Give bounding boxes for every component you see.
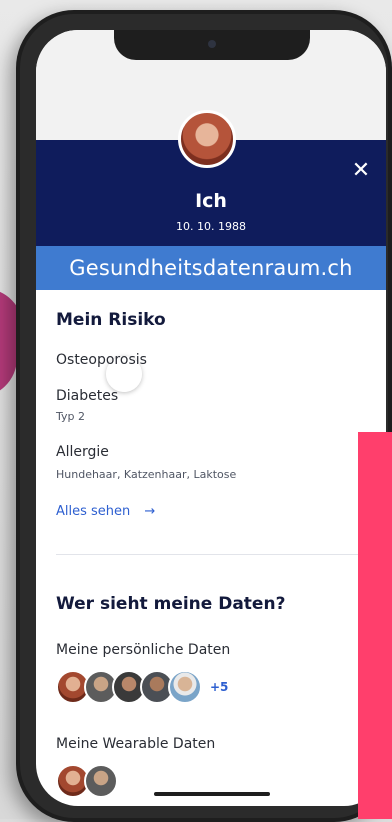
sharing-section-title: Wer sieht meine Daten?: [56, 594, 286, 614]
profile-birth-date: 10. 10. 1988: [176, 220, 246, 233]
close-button[interactable]: ✕: [348, 158, 374, 184]
risk-item-detail: Typ 2: [56, 410, 85, 423]
brand-banner: Gesundheitsdatenraum.ch: [36, 246, 386, 290]
risk-item-label: Osteoporosis: [56, 352, 147, 368]
risk-item-detail: Hundehaar, Katzenhaar, Laktose: [56, 468, 237, 481]
divider: [56, 554, 366, 555]
wearable-data-label: Meine Wearable Daten: [56, 736, 216, 752]
risk-section-title: Mein Risiko: [56, 310, 166, 330]
camera-icon: [208, 40, 216, 48]
avatar[interactable]: [178, 110, 236, 168]
home-indicator: [154, 792, 270, 796]
phone-screen: ✕ Ich 10. 10. 1988 Gesundheitsdatenraum.…: [36, 30, 386, 806]
profile-header: ✕ Ich 10. 10. 1988: [36, 110, 386, 246]
wearable-data-avatars[interactable]: [56, 764, 118, 798]
personal-data-avatars[interactable]: +5: [56, 670, 228, 704]
close-icon: ✕: [351, 158, 371, 183]
personal-data-label: Meine persönliche Daten: [56, 642, 231, 658]
risk-item-label: Allergie: [56, 444, 109, 460]
risk-item-label: Diabetes: [56, 388, 119, 404]
more-count-badge: +5: [210, 680, 229, 694]
avatar: [84, 764, 118, 798]
arrow-right-icon: →: [144, 504, 156, 519]
notch: [114, 30, 310, 60]
see-all-label: Alles sehen: [56, 504, 131, 519]
profile-name: Ich: [195, 190, 227, 212]
see-all-link[interactable]: Alles sehen →: [56, 504, 155, 519]
phone-frame: ✕ Ich 10. 10. 1988 Gesundheitsdatenraum.…: [16, 10, 392, 822]
avatar: [168, 670, 202, 704]
decorative-panel: [358, 432, 392, 819]
